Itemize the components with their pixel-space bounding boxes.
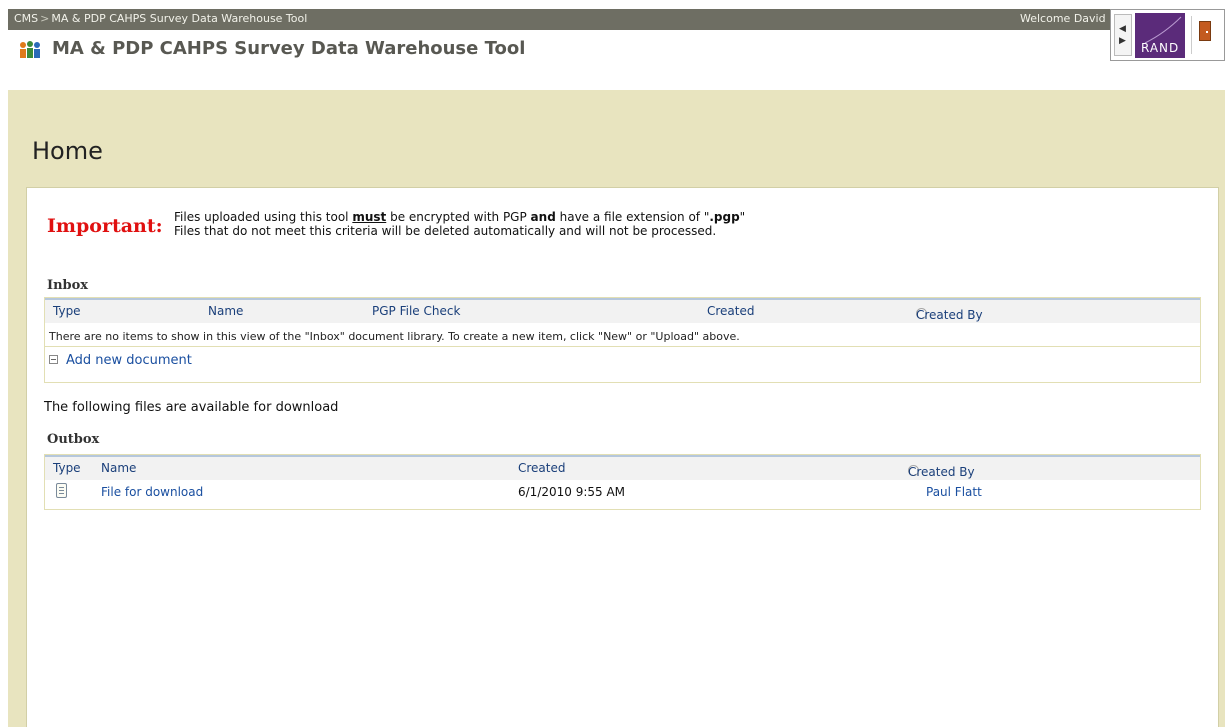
outbox-list: Type Name Created Created By File for do…: [44, 454, 1201, 510]
breadcrumb-separator: >: [40, 12, 50, 25]
column-type[interactable]: Type: [53, 461, 81, 475]
nav-arrows[interactable]: ◀ ▶: [1114, 14, 1132, 56]
main-content: Important: Files uploaded using this too…: [26, 187, 1219, 727]
rand-toolbar: ◀ ▶ RAND: [1110, 9, 1225, 61]
column-created[interactable]: Created: [707, 304, 755, 318]
breadcrumb-root-link[interactable]: CMS: [14, 12, 38, 25]
add-new-document-label: Add new document: [66, 353, 192, 368]
file-name-link[interactable]: File for download: [101, 485, 203, 499]
exit-door-icon[interactable]: [1199, 21, 1211, 41]
notice-text: have a file extension of ": [559, 210, 710, 224]
site-title[interactable]: MA & PDP CAHPS Survey Data Warehouse Too…: [52, 38, 525, 59]
notice-must: must: [352, 210, 387, 224]
rand-logo: RAND: [1135, 13, 1185, 58]
notice-extension: .pgp: [709, 210, 740, 224]
left-border-band: [8, 187, 26, 727]
column-pgp-file-check[interactable]: PGP File Check: [372, 304, 460, 318]
breadcrumb-site-link[interactable]: MA & PDP CAHPS Survey Data Warehouse Too…: [51, 12, 307, 25]
notice-text: ": [739, 210, 746, 224]
column-created-by-label: Created By: [908, 465, 975, 479]
table-row[interactable]: File for download 6/1/2010 9:55 AM Paul …: [45, 480, 1200, 506]
download-note: The following files are available for do…: [44, 400, 339, 415]
column-name[interactable]: Name: [208, 304, 243, 318]
page-title: Home: [32, 137, 103, 165]
inbox-title: Inbox: [47, 278, 89, 293]
right-border-band: [1219, 187, 1225, 727]
column-created-by-label: Created By: [916, 308, 983, 322]
people-icon: [20, 41, 40, 58]
inbox-list-header: Type Name PGP File Check Created Created…: [45, 298, 1200, 323]
inbox-empty-message: There are no items to show in this view …: [49, 330, 740, 343]
outbox-list-header: Type Name Created Created By: [45, 455, 1200, 480]
column-name[interactable]: Name: [101, 461, 136, 475]
inbox-list: Type Name PGP File Check Created Created…: [44, 297, 1201, 383]
divider: [45, 346, 1200, 347]
site-header: MA & PDP CAHPS Survey Data Warehouse Too…: [8, 30, 1225, 90]
toolbar-divider: [1191, 16, 1192, 54]
arrow-right-icon[interactable]: ▶: [1119, 37, 1126, 46]
outbox-title: Outbox: [47, 432, 100, 447]
notice-line-1: Files uploaded using this tool must be e…: [174, 210, 745, 224]
global-breadcrumb-bar: CMS > MA & PDP CAHPS Survey Data Warehouse…: [8, 9, 1225, 30]
breadcrumb: CMS > MA & PDP CAHPS Survey Data Warehouse…: [14, 12, 307, 25]
column-created[interactable]: Created: [518, 461, 566, 475]
add-square-icon: [49, 355, 58, 364]
arrow-left-icon[interactable]: ◀: [1119, 25, 1126, 34]
notice-text: Files uploaded using this tool: [174, 210, 349, 224]
notice-and: and: [530, 210, 556, 224]
document-icon[interactable]: [56, 483, 67, 498]
rand-logo-text: RAND: [1141, 41, 1180, 55]
important-notice: Files uploaded using this tool must be e…: [174, 210, 745, 238]
created-by-link[interactable]: Paul Flatt: [926, 485, 982, 499]
title-band: Home: [8, 90, 1225, 187]
welcome-menu[interactable]: Welcome David: [1020, 12, 1106, 25]
important-label: Important:: [47, 215, 163, 237]
column-type[interactable]: Type: [53, 304, 81, 318]
created-date: 6/1/2010 9:55 AM: [518, 485, 626, 499]
notice-line-2: Files that do not meet this criteria wil…: [174, 224, 717, 238]
notice-text: be encrypted with PGP: [390, 210, 527, 224]
add-new-document-link[interactable]: Add new document: [49, 353, 192, 368]
